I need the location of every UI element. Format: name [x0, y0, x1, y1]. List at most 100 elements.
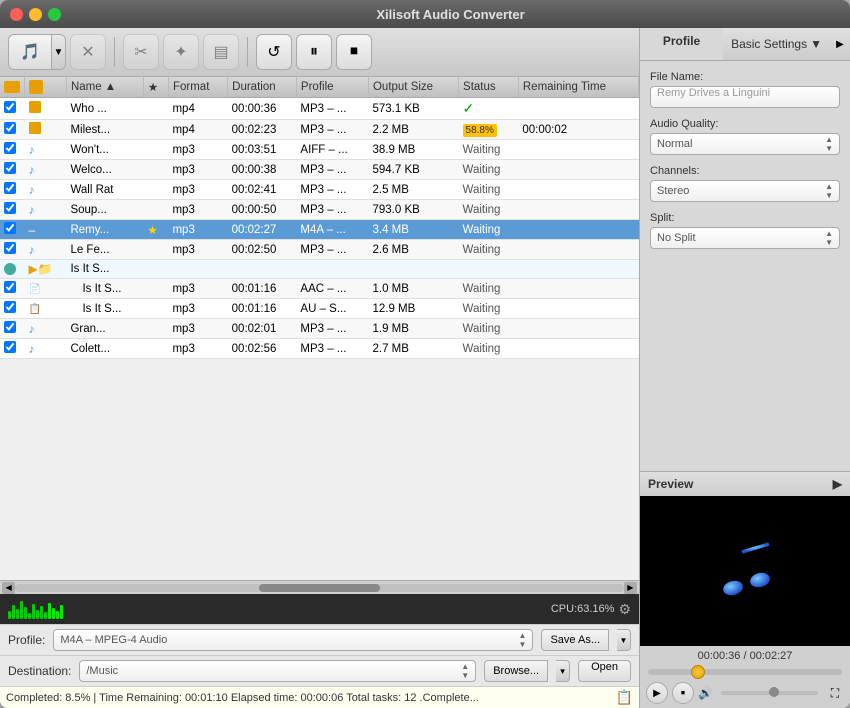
- row-star[interactable]: ★: [143, 220, 168, 240]
- table-row[interactable]: Milest... mp4 00:02:23 MP3 – ... 2.2 MB …: [0, 120, 639, 140]
- horizontal-scrollbar[interactable]: ◀ ▶: [0, 580, 639, 594]
- row-check[interactable]: [0, 260, 25, 279]
- tab-profile[interactable]: Profile: [640, 28, 723, 60]
- play-button[interactable]: ▶: [646, 682, 668, 704]
- table-row[interactable]: ♪ Welco... mp3 00:00:38 MP3 – ... 594.7 …: [0, 160, 639, 180]
- table-row[interactable]: 📄 Is It S... mp3 00:01:16 AAC – ... 1.0 …: [0, 279, 639, 299]
- add-audio-button[interactable]: 🎵: [8, 34, 52, 70]
- row-check[interactable]: [0, 140, 25, 160]
- row-check[interactable]: [0, 240, 25, 260]
- preview-progress-bar[interactable]: [648, 669, 842, 675]
- volume-thumb[interactable]: [769, 687, 779, 697]
- save-as-dropdown[interactable]: ▼: [617, 629, 631, 651]
- preview-progress-thumb[interactable]: [691, 665, 705, 679]
- row-output: 38.9 MB: [368, 140, 458, 160]
- row-star[interactable]: [143, 339, 168, 359]
- scrollbar-track[interactable]: [15, 584, 623, 592]
- row-star[interactable]: [143, 160, 168, 180]
- row-star[interactable]: [143, 98, 168, 120]
- row-check[interactable]: [0, 279, 25, 299]
- table-row[interactable]: – Remy... ★ mp3 00:02:27 M4A – ... 3.4 M…: [0, 220, 639, 240]
- table-row[interactable]: 📋 Is It S... mp3 00:01:16 AU – S... 12.9…: [0, 299, 639, 319]
- split-value: No Split: [657, 232, 696, 244]
- row-check[interactable]: [0, 180, 25, 200]
- table-row[interactable]: ♪ Gran... mp3 00:02:01 MP3 – ... 1.9 MB …: [0, 319, 639, 339]
- stop-button[interactable]: ⏹: [336, 34, 372, 70]
- fullscreen-button[interactable]: ⛶: [826, 684, 844, 702]
- row-check[interactable]: [0, 200, 25, 220]
- preview-expand-icon[interactable]: ▶: [833, 477, 842, 491]
- row-format: mp3: [168, 240, 227, 260]
- row-star[interactable]: [143, 319, 168, 339]
- destination-select[interactable]: /Music ▲▼: [79, 660, 476, 682]
- row-check[interactable]: [0, 220, 25, 240]
- volume-slider[interactable]: [721, 691, 818, 695]
- scroll-left-btn[interactable]: ◀: [2, 582, 15, 594]
- tab-basic-settings[interactable]: Basic Settings ▼: [723, 28, 830, 60]
- table-row[interactable]: ♪ Colett... mp3 00:02:56 MP3 – ... 2.7 M…: [0, 339, 639, 359]
- col-status-header[interactable]: Status: [459, 77, 519, 98]
- table-row[interactable]: ♪ Le Fe... mp3 00:02:50 MP3 – ... 2.6 MB…: [0, 240, 639, 260]
- maximize-button[interactable]: [48, 8, 61, 21]
- scrollbar-thumb[interactable]: [259, 584, 381, 592]
- wave-bar: [48, 603, 51, 619]
- open-button[interactable]: Open: [578, 660, 631, 682]
- row-check[interactable]: [0, 339, 25, 359]
- save-as-button[interactable]: Save As...: [541, 629, 609, 651]
- row-star[interactable]: [143, 279, 168, 299]
- effects-button[interactable]: ✦: [163, 34, 199, 70]
- row-check[interactable]: [0, 160, 25, 180]
- row-duration: 00:02:23: [228, 120, 297, 140]
- row-check[interactable]: [0, 98, 25, 120]
- file-table-container[interactable]: Name ▲ ★ Format Duration Profile Output …: [0, 77, 639, 580]
- row-star[interactable]: [143, 120, 168, 140]
- add-button-group[interactable]: 🎵 ▼: [8, 34, 66, 70]
- table-row[interactable]: ♪ Won't... mp3 00:03:51 AIFF – ... 38.9 …: [0, 140, 639, 160]
- pause-button[interactable]: ⏸: [296, 34, 332, 70]
- row-icon: ♪: [25, 180, 67, 200]
- clip-button[interactable]: ▤: [203, 34, 239, 70]
- table-row[interactable]: Who ... mp4 00:00:36 MP3 – ... 573.1 KB …: [0, 98, 639, 120]
- row-duration: 00:02:56: [228, 339, 297, 359]
- preview-progress-area[interactable]: [640, 666, 850, 678]
- right-panel-next-arrow[interactable]: ▶: [830, 28, 850, 60]
- filename-input[interactable]: Remy Drives a Linguini: [650, 86, 840, 108]
- col-name-header[interactable]: Name ▲: [66, 77, 143, 98]
- split-select[interactable]: No Split ▲▼: [650, 227, 840, 249]
- add-dropdown-arrow[interactable]: ▼: [52, 34, 66, 70]
- close-button[interactable]: [10, 8, 23, 21]
- stop-preview-button[interactable]: ⏹: [672, 682, 694, 704]
- info-icon[interactable]: 📋: [616, 689, 633, 706]
- settings-icon[interactable]: ⚙: [618, 601, 631, 618]
- row-duration: 00:02:01: [228, 319, 297, 339]
- cut-button[interactable]: ✂: [123, 34, 159, 70]
- minimize-button[interactable]: [29, 8, 42, 21]
- row-remaining: [518, 140, 638, 160]
- delete-button[interactable]: ✕: [70, 34, 106, 70]
- audio-quality-select[interactable]: Normal ▲▼: [650, 133, 840, 155]
- table-row[interactable]: ♪ Wall Rat mp3 00:02:41 MP3 – ... 2.5 MB…: [0, 180, 639, 200]
- browse-button[interactable]: Browse...: [484, 660, 548, 682]
- channels-value: Stereo: [657, 185, 689, 197]
- row-check[interactable]: [0, 120, 25, 140]
- row-star[interactable]: [143, 140, 168, 160]
- row-check[interactable]: [0, 299, 25, 319]
- scroll-right-btn[interactable]: ▶: [624, 582, 637, 594]
- table-row[interactable]: ♪ Soup... mp3 00:00:50 MP3 – ... 793.0 K…: [0, 200, 639, 220]
- browse-dropdown[interactable]: ▼: [556, 660, 570, 682]
- col-remaining-header[interactable]: Remaining Time: [518, 77, 638, 98]
- col-profile-header[interactable]: Profile: [296, 77, 368, 98]
- row-star[interactable]: [143, 200, 168, 220]
- convert-button[interactable]: ↺: [256, 34, 292, 70]
- col-format-header[interactable]: Format: [168, 77, 227, 98]
- row-check[interactable]: [0, 319, 25, 339]
- table-row-group[interactable]: ▶📁 Is It S...: [0, 260, 639, 279]
- row-status: Waiting: [459, 200, 519, 220]
- col-output-header[interactable]: Output Size: [368, 77, 458, 98]
- row-star[interactable]: [143, 180, 168, 200]
- row-star[interactable]: [143, 299, 168, 319]
- profile-select[interactable]: M4A – MPEG-4 Audio ▲▼: [53, 629, 533, 651]
- channels-select[interactable]: Stereo ▲▼: [650, 180, 840, 202]
- row-star[interactable]: [143, 240, 168, 260]
- col-duration-header[interactable]: Duration: [228, 77, 297, 98]
